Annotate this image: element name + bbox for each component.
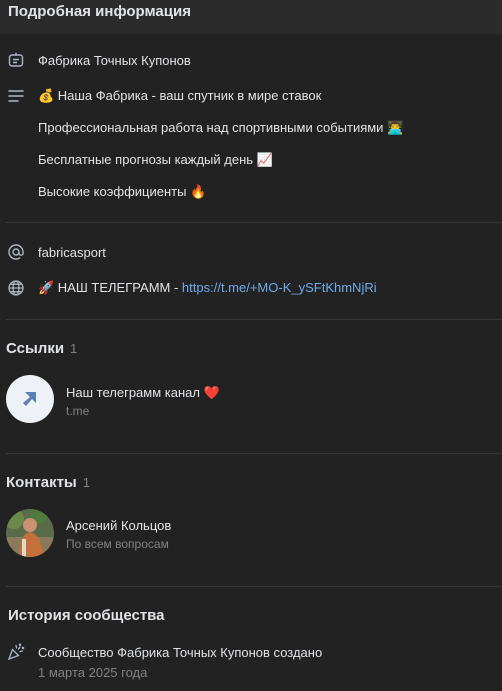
- history-section-title: История сообщества: [8, 607, 165, 624]
- community-badge-icon: [6, 50, 26, 70]
- description-line: Высокие коэффициенты 🔥: [38, 184, 207, 199]
- website-text: 🚀 НАШ ТЕЛЕГРАММ - https://t.me/+MO-K_ySF…: [38, 280, 377, 296]
- contact-name[interactable]: Арсений Кольцов: [66, 518, 171, 533]
- divider: [6, 319, 502, 320]
- links-title: Ссылки: [6, 340, 65, 357]
- contacts-section-title: Контакты 1: [6, 474, 90, 491]
- divider: [6, 222, 502, 223]
- telegram-link[interactable]: https://t.me/+MO-K_ySFtKhmNjRi: [182, 280, 377, 295]
- contact-avatar[interactable]: [6, 509, 54, 557]
- link-share-icon: [6, 375, 54, 423]
- divider: [6, 453, 502, 454]
- globe-icon: [6, 278, 26, 298]
- divider: [6, 586, 502, 587]
- links-count: 1: [70, 341, 78, 356]
- community-address[interactable]: fabricasport: [38, 245, 106, 260]
- history-date: 1 марта 2025 года: [38, 665, 148, 680]
- links-section-title: Ссылки 1: [6, 340, 77, 357]
- community-name: Фабрика Точных Купонов: [38, 52, 191, 68]
- description-line: Бесплатные прогнозы каждый день 📈: [38, 152, 273, 167]
- description-line: Профессиональная работа над спортивными …: [38, 120, 404, 135]
- website-prefix: 🚀 НАШ ТЕЛЕГРАММ -: [38, 280, 182, 295]
- link-title[interactable]: Наш телеграмм канал ❤️: [66, 385, 220, 401]
- party-popper-icon: [6, 642, 26, 662]
- description-lines-icon: [6, 86, 26, 106]
- description-line: 💰 Наша Фабрика - ваш спутник в мире став…: [38, 88, 322, 103]
- at-sign-icon: [6, 242, 26, 262]
- contacts-count: 1: [82, 475, 90, 490]
- details-title: Подробная информация: [8, 2, 191, 20]
- history-event-text: Сообщество Фабрика Точных Купонов создан…: [38, 645, 323, 660]
- contact-role: По всем вопросам: [66, 537, 169, 551]
- contacts-title: Контакты: [6, 474, 77, 491]
- details-header: Подробная информация: [0, 0, 502, 34]
- link-domain: t.me: [66, 404, 90, 418]
